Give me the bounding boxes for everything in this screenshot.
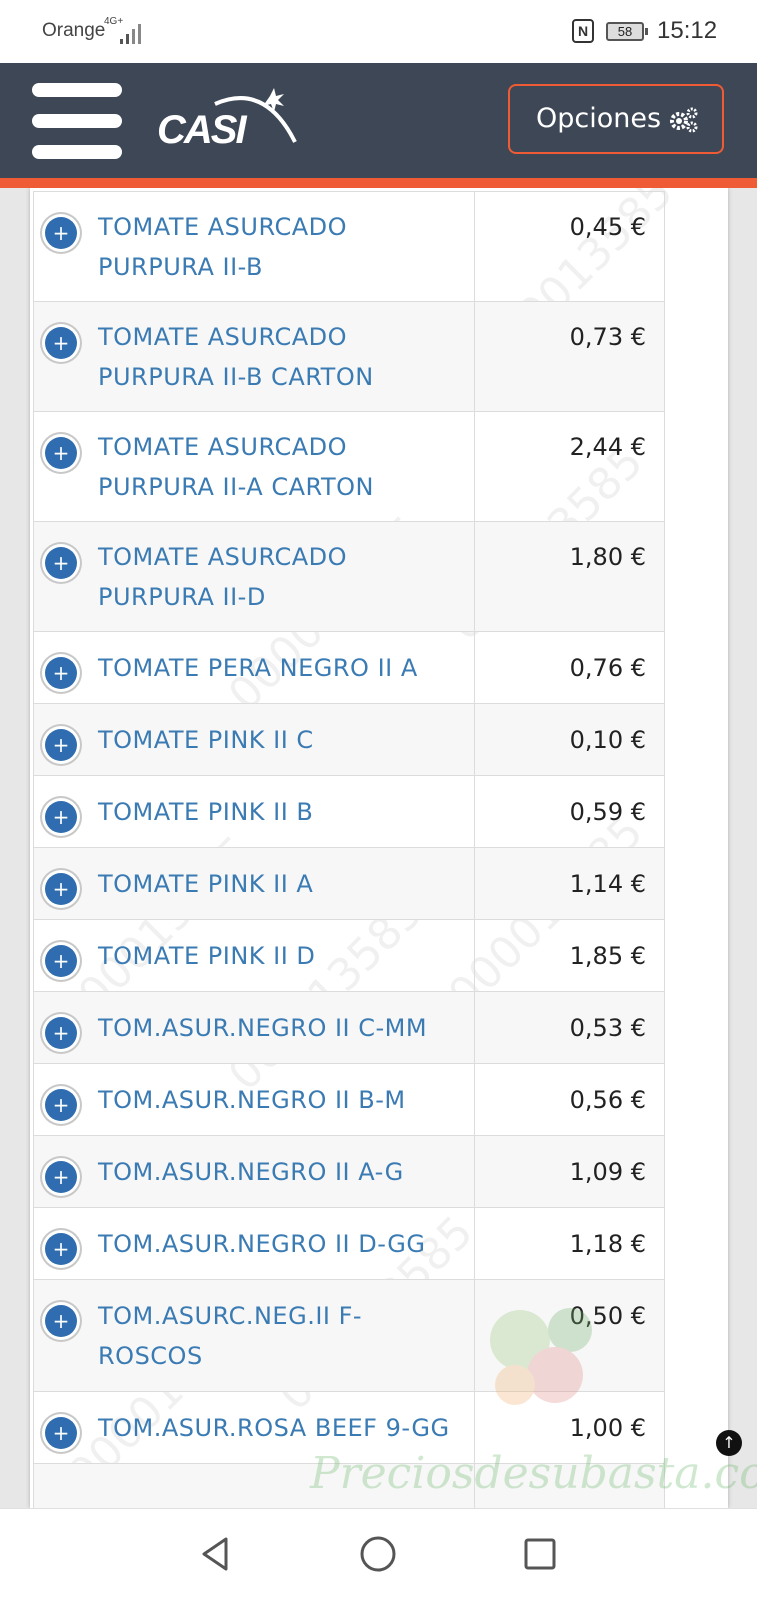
product-price: 1,00 € [569, 1414, 646, 1442]
product-price-cell: 0,56 € [474, 1063, 665, 1136]
table-row[interactable]: + TOMATE PINK II B 0,59 € [33, 775, 665, 848]
table-row[interactable]: + TOM.ASUR.NEGRO II C-MM 0,53 € [33, 991, 665, 1064]
product-price: 2,44 € [569, 433, 646, 461]
table-row[interactable]: + TOMATE PERA NEGRO II A 0,76 € [33, 631, 665, 704]
table-row[interactable]: + TOMATE ASURCADO PURPURA II-A CARTON 2,4… [33, 411, 665, 522]
clock: 15:12 [657, 17, 718, 44]
product-name[interactable]: TOMATE ASURCADO PURPURA II-D [34, 522, 474, 631]
product-name[interactable]: TOM.ASUR.NEGRO II C-MM [34, 992, 474, 1063]
product-price: 1,09 € [569, 1158, 646, 1186]
table-row[interactable]: + TOM.ASUR.NEGRO II B-M 0,56 € [33, 1063, 665, 1136]
product-price-cell: 1,18 € [474, 1207, 665, 1280]
options-button[interactable]: Opciones [508, 84, 724, 154]
product-price-cell: 2,44 € [474, 411, 665, 522]
table-row[interactable] [33, 1463, 665, 1508]
product-name[interactable]: TOM.ASUR.ROSA BEEF 9-GG [34, 1392, 474, 1463]
product-price-cell: 1,14 € [474, 847, 665, 920]
product-name[interactable]: TOMATE PINK II A [34, 848, 474, 919]
product-name-cell [33, 1463, 475, 1508]
product-name[interactable]: TOM.ASUR.NEGRO II B-M [34, 1064, 474, 1135]
product-name[interactable]: TOMATE PINK II D [34, 920, 474, 991]
product-name[interactable]: TOMATE PINK II B [34, 776, 474, 847]
arrow-up-circle-icon[interactable]: ↑ [716, 1430, 742, 1456]
status-bar: Orange 4G+ N 58 15:12 [0, 0, 757, 63]
product-price-cell: 1,85 € [474, 919, 665, 992]
price-table: + TOMATE ASURCADO PURPURA II-B 0,45 € + TO… [33, 191, 665, 1508]
product-price-cell: 0,45 € [474, 191, 665, 302]
table-row[interactable]: + TOMATE PINK II D 1,85 € [33, 919, 665, 992]
table-row[interactable]: + TOMATE ASURCADO PURPURA II-B CARTON 0,7… [33, 301, 665, 412]
table-row[interactable]: + TOMATE ASURCADO PURPURA II-D 1,80 € [33, 521, 665, 632]
product-price: 1,85 € [569, 942, 646, 970]
product-price-cell: 0,50 € [474, 1279, 665, 1392]
product-price-cell: 1,00 € [474, 1391, 665, 1464]
product-name[interactable]: TOM.ASUR.NEGRO II D-GG [34, 1208, 474, 1279]
product-name-cell: + TOM.ASUR.NEGRO II B-M [33, 1063, 475, 1136]
product-price-cell: 1,09 € [474, 1135, 665, 1208]
nfc-icon: N [572, 19, 594, 43]
product-name-cell: + TOMATE ASURCADO PURPURA II-B CARTON [33, 301, 475, 412]
table-row[interactable]: + TOM.ASURC.NEG.II F-ROSCOS 0,50 € [33, 1279, 665, 1392]
product-name-cell: + TOMATE PINK II A [33, 847, 475, 920]
product-price-cell [474, 1463, 665, 1508]
logo-text: CASI [157, 108, 247, 152]
triangle-back-icon[interactable] [190, 1529, 240, 1579]
table-row[interactable]: + TOM.ASUR.ROSA BEEF 9-GG 1,00 € [33, 1391, 665, 1464]
product-name-cell: + TOMATE ASURCADO PURPURA II-A CARTON [33, 411, 475, 522]
product-price: 1,18 € [569, 1230, 646, 1258]
product-price: 0,59 € [569, 798, 646, 826]
product-name-cell: + TOMATE PINK II D [33, 919, 475, 992]
battery-icon: 58 [606, 22, 648, 41]
product-name[interactable]: TOMATE PERA NEGRO II A [34, 632, 474, 703]
product-name-cell: + TOM.ASUR.NEGRO II A-G [33, 1135, 475, 1208]
product-name[interactable]: TOM.ASUR.NEGRO II A-G [34, 1136, 474, 1207]
product-name[interactable]: TOMATE ASURCADO PURPURA II-A CARTON [34, 412, 474, 521]
product-price: 1,14 € [569, 870, 646, 898]
product-price-cell: 0,73 € [474, 301, 665, 412]
table-row[interactable]: + TOM.ASUR.NEGRO II D-GG 1,18 € [33, 1207, 665, 1280]
content-area: 000013585 000013585 000013585 000013585 … [0, 188, 757, 1508]
product-price-cell: 1,80 € [474, 521, 665, 632]
product-price: 0,45 € [569, 213, 646, 241]
system-nav-bar [0, 1508, 757, 1601]
product-name-cell: + TOMATE PERA NEGRO II A [33, 631, 475, 704]
battery-level: 58 [617, 24, 633, 39]
product-price: 0,73 € [569, 323, 646, 351]
header-accent-line [0, 178, 757, 188]
casi-logo[interactable]: CASI [155, 82, 305, 157]
product-name-cell: + TOM.ASURC.NEG.II F-ROSCOS [33, 1279, 475, 1392]
product-price: 0,76 € [569, 654, 646, 682]
product-price: 1,80 € [569, 543, 646, 571]
product-name-cell: + TOMATE PINK II C [33, 703, 475, 776]
product-name[interactable]: TOMATE ASURCADO PURPURA II-B CARTON [34, 302, 474, 411]
product-name[interactable]: TOM.ASURC.NEG.II F-ROSCOS [34, 1280, 474, 1391]
product-name-cell: + TOM.ASUR.NEGRO II D-GG [33, 1207, 475, 1280]
hamburger-icon[interactable] [32, 83, 122, 159]
signal-icon [120, 20, 148, 44]
options-label: Opciones [536, 103, 662, 134]
product-price-cell: 0,53 € [474, 991, 665, 1064]
product-price-cell: 0,10 € [474, 703, 665, 776]
circle-home-icon[interactable] [353, 1529, 403, 1579]
product-name[interactable]: TOMATE PINK II C [34, 704, 474, 775]
table-row[interactable]: + TOM.ASUR.NEGRO II A-G 1,09 € [33, 1135, 665, 1208]
product-name-cell: + TOMATE PINK II B [33, 775, 475, 848]
product-price: 0,53 € [569, 1014, 646, 1042]
product-name[interactable]: TOMATE ASURCADO PURPURA II-B [34, 192, 474, 301]
product-name-cell: + TOMATE ASURCADO PURPURA II-D [33, 521, 475, 632]
product-price-cell: 0,76 € [474, 631, 665, 704]
product-name-cell: + TOM.ASUR.NEGRO II C-MM [33, 991, 475, 1064]
product-price: 0,56 € [569, 1086, 646, 1114]
table-row[interactable]: + TOMATE PINK II A 1,14 € [33, 847, 665, 920]
product-price: 0,10 € [569, 726, 646, 754]
product-price: 0,50 € [569, 1302, 646, 1330]
gears-icon [670, 107, 698, 133]
product-price-cell: 0,59 € [474, 775, 665, 848]
product-name-cell: + TOM.ASUR.ROSA BEEF 9-GG [33, 1391, 475, 1464]
table-row[interactable]: + TOMATE ASURCADO PURPURA II-B 0,45 € [33, 191, 665, 302]
product-name-cell: + TOMATE ASURCADO PURPURA II-B [33, 191, 475, 302]
table-row[interactable]: + TOMATE PINK II C 0,10 € [33, 703, 665, 776]
carrier-name: Orange [42, 20, 106, 41]
square-recent-icon[interactable] [515, 1529, 565, 1579]
